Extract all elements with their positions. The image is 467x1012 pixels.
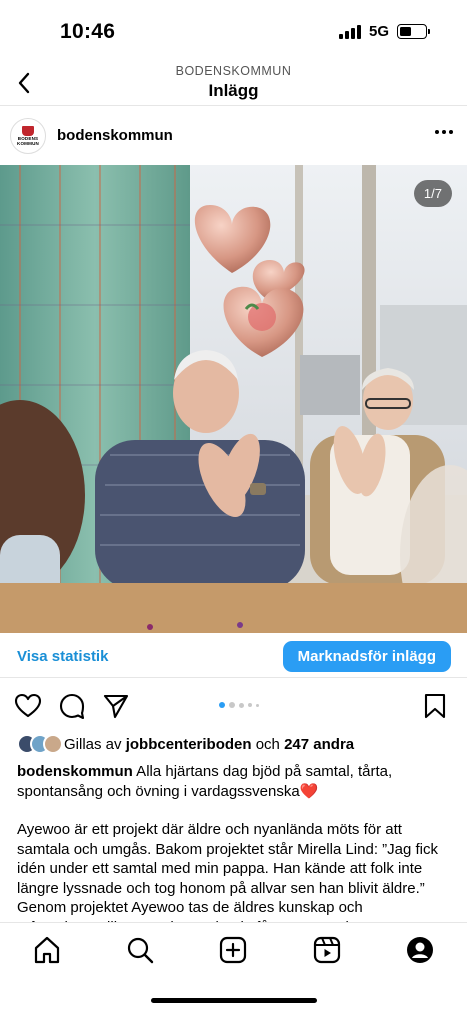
create-icon[interactable] <box>218 935 248 965</box>
profile-icon[interactable] <box>405 935 435 965</box>
home-icon[interactable] <box>32 935 62 965</box>
status-bar: 10:46 5G <box>0 0 467 62</box>
share-icon[interactable] <box>102 692 130 720</box>
home-indicator <box>151 998 317 1003</box>
photo-illustration <box>0 165 467 633</box>
liker-avatars <box>17 734 63 754</box>
page-title: Inlägg <box>208 81 259 100</box>
caption-username[interactable]: bodenskommun <box>17 763 133 780</box>
reels-icon[interactable] <box>312 935 342 965</box>
more-options-button[interactable] <box>435 130 453 134</box>
likes-summary[interactable]: Gillas av jobbcenteriboden och 247 andra <box>17 733 354 755</box>
header-account: BODENSKOMMUN <box>175 64 292 78</box>
heart-emoji: ❤️ <box>299 782 319 800</box>
nav-header: BODENSKOMMUN Inlägg <box>0 62 467 106</box>
crest-icon <box>22 126 34 136</box>
status-time: 10:46 <box>60 20 116 43</box>
likes-text: Gillas av jobbcenteriboden och 247 andra <box>64 735 355 753</box>
network-label: 5G <box>368 23 389 40</box>
signal-icon <box>338 24 361 39</box>
bookmark-icon[interactable] <box>421 692 449 720</box>
likes-others[interactable]: 247 andra <box>284 736 354 753</box>
promote-post-button[interactable]: Marknadsför inlägg <box>282 641 451 672</box>
avatar[interactable]: BODENS KOMMUN <box>10 118 46 154</box>
insights-row: Visa statistik Marknadsför inlägg <box>0 640 467 678</box>
comment-icon[interactable] <box>58 692 86 720</box>
carousel-dots <box>219 702 259 708</box>
post-header: BODENS KOMMUN bodenskommun <box>0 112 467 160</box>
battery-icon <box>397 24 430 39</box>
post-image[interactable]: 1/7 <box>0 165 467 633</box>
caption-paragraph: Ayewoo är ett projekt där äldre och nyan… <box>17 821 439 936</box>
heart-icon[interactable] <box>14 692 42 720</box>
post-actions <box>0 690 467 724</box>
view-insights-link[interactable]: Visa statistik <box>17 648 108 665</box>
bottom-navigation <box>0 922 467 1012</box>
search-icon[interactable] <box>125 935 155 965</box>
status-indicators: 5G <box>338 23 430 40</box>
photo-counter-badge: 1/7 <box>413 180 452 207</box>
profile-username[interactable]: bodenskommun <box>57 127 173 144</box>
liker-username[interactable]: jobbcenteriboden <box>126 736 252 753</box>
